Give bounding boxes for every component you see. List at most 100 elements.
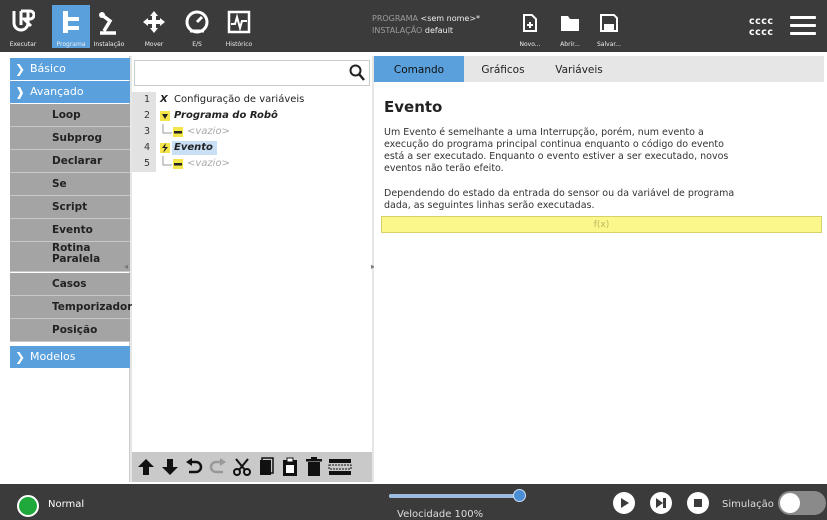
tree-toolbar	[132, 452, 372, 482]
bottom-bar: Normal Velocidade 100% Simulação	[0, 484, 827, 520]
collapse-triangle-icon[interactable]	[160, 111, 170, 121]
tab-variaveis[interactable]: Variáveis	[544, 56, 614, 82]
play-button[interactable]	[613, 492, 635, 514]
tree-node-label-selected: Evento	[172, 141, 217, 155]
sidebar: ❯ Básico ❱ Avançado Loop Subprog Declara…	[10, 56, 132, 482]
section-basico-label: Básico	[30, 62, 66, 75]
save-icon	[600, 14, 618, 32]
section-basico[interactable]: ❯ Básico	[10, 58, 130, 80]
io-gauge-icon	[185, 10, 209, 34]
sidebar-item-posicao-inicial[interactable]: Posição Inicial	[10, 319, 130, 358]
simulation-toggle[interactable]	[778, 491, 826, 515]
suppress-icon[interactable]	[328, 457, 352, 477]
page-title: Evento	[384, 98, 443, 116]
sidebar-item-declarar[interactable]: Declarar	[10, 150, 130, 173]
hamburger-menu-icon[interactable]	[790, 16, 816, 38]
top-bar: Executar Programa Instalação Mover E/S H…	[0, 0, 827, 52]
paste-icon[interactable]	[280, 457, 300, 477]
search-input[interactable]	[139, 62, 339, 85]
description-paragraph: Um Evento é semelhante a uma Interrupção…	[384, 127, 729, 174]
stop-icon	[694, 499, 702, 507]
open-button[interactable]: Abrir...	[553, 14, 587, 48]
installation-info-label: INSTALAÇÃO	[372, 26, 423, 35]
command-panel: Comando Gráficos Variáveis Evento Um Eve…	[374, 56, 824, 482]
program-name: <sem nome>*	[420, 14, 481, 23]
status-indicator-icon[interactable]	[17, 495, 39, 517]
cut-icon[interactable]	[232, 457, 252, 477]
move-tab[interactable]: Mover	[138, 5, 170, 48]
sidebar-item-se[interactable]: Se	[10, 173, 130, 196]
tree-row[interactable]: 3 <vazio>	[132, 124, 372, 140]
variable-x-icon: X	[160, 94, 168, 105]
search-icon[interactable]	[349, 64, 365, 82]
simulation-label: Simulação	[722, 499, 774, 510]
tree-row[interactable]: 5 <vazio>	[132, 156, 372, 172]
sidebar-item-subprog[interactable]: Subprog	[10, 127, 130, 150]
tree-row[interactable]: 4 Evento	[132, 140, 372, 156]
save-button[interactable]: Salvar...	[592, 14, 626, 48]
speed-label: Velocidade 100%	[397, 509, 484, 520]
installation-tab[interactable]: Instalação	[91, 5, 127, 48]
delete-icon[interactable]	[304, 457, 324, 477]
lightning-icon	[160, 143, 170, 153]
sidebar-item-evento[interactable]: Evento	[10, 219, 130, 242]
line-number: 3	[143, 126, 150, 137]
chevron-down-icon: ❱	[15, 85, 26, 99]
line-number: 4	[143, 142, 150, 153]
stop-button[interactable]	[687, 492, 709, 514]
move-up-icon[interactable]	[136, 457, 156, 477]
tree-node-label: Configuração de variáveis	[174, 94, 305, 105]
new-file-icon	[523, 14, 537, 32]
step-button[interactable]	[650, 492, 672, 514]
open-button-label: Abrir...	[560, 41, 580, 48]
tab-comando[interactable]: Comando	[374, 56, 464, 82]
run-tab[interactable]: Executar	[7, 5, 39, 48]
polyscope-window: Executar Programa Instalação Mover E/S H…	[0, 0, 827, 520]
tree-row[interactable]: 1 X Configuração de variáveis	[132, 92, 372, 108]
section-modelos-label: Modelos	[30, 350, 76, 363]
robot-arm-icon	[99, 12, 116, 35]
empty-node-icon	[173, 159, 183, 169]
sidebar-item-script[interactable]: Script	[10, 196, 130, 219]
log-chart-icon	[227, 10, 251, 34]
io-tab[interactable]: E/S	[181, 5, 213, 48]
copy-icon[interactable]	[256, 457, 276, 477]
sidebar-resize-handle[interactable]: ◂	[124, 262, 132, 272]
simulation-toggle-knob	[780, 493, 800, 513]
move-arrows-icon	[143, 11, 165, 33]
program-tree-icon	[63, 11, 79, 33]
speed-slider[interactable]	[389, 489, 526, 502]
redo-icon[interactable]	[208, 457, 228, 477]
user-info: cccc cccc	[749, 16, 774, 38]
chevron-right-icon: ❯	[15, 350, 26, 364]
move-down-icon[interactable]	[160, 457, 180, 477]
sidebar-item-rotina-paralela[interactable]: Rotina Paralela	[10, 242, 130, 272]
sidebar-item-temporizador[interactable]: Temporizador	[10, 296, 132, 319]
step-icon	[656, 498, 666, 508]
section-modelos[interactable]: ❯ Modelos	[10, 346, 130, 368]
tab-graficos[interactable]: Gráficos	[468, 56, 538, 82]
log-tab[interactable]: Histórico	[222, 5, 256, 48]
section-avancado[interactable]: ❱ Avançado	[10, 81, 130, 103]
tab-bar: Comando Gráficos Variáveis	[374, 56, 824, 82]
undo-icon[interactable]	[184, 457, 204, 477]
program-tab[interactable]: Programa	[52, 5, 90, 48]
section-avancado-label: Avançado	[30, 85, 84, 98]
sidebar-item-casos[interactable]: Casos	[10, 273, 130, 296]
line-number: 2	[143, 110, 150, 121]
program-tree-panel: 1 X Configuração de variáveis 2 Programa…	[132, 56, 372, 482]
tree-node-label: <vazio>	[187, 126, 230, 137]
tree-row[interactable]: 2 Programa do Robô	[132, 108, 372, 124]
status-text: Normal	[48, 499, 85, 510]
line-number: 5	[143, 158, 150, 169]
play-icon	[621, 498, 629, 508]
user-line-1: cccc	[749, 16, 774, 27]
sidebar-item-loop[interactable]: Loop	[10, 104, 130, 127]
new-button-label: Novo...	[519, 41, 541, 48]
search-field[interactable]	[134, 60, 370, 86]
installation-tab-label: Instalação	[93, 41, 125, 48]
speed-slider-handle[interactable]	[513, 489, 526, 502]
program-tab-label: Programa	[56, 41, 86, 48]
expression-field[interactable]: f(x)	[381, 216, 822, 233]
new-button[interactable]: Novo...	[513, 14, 547, 48]
